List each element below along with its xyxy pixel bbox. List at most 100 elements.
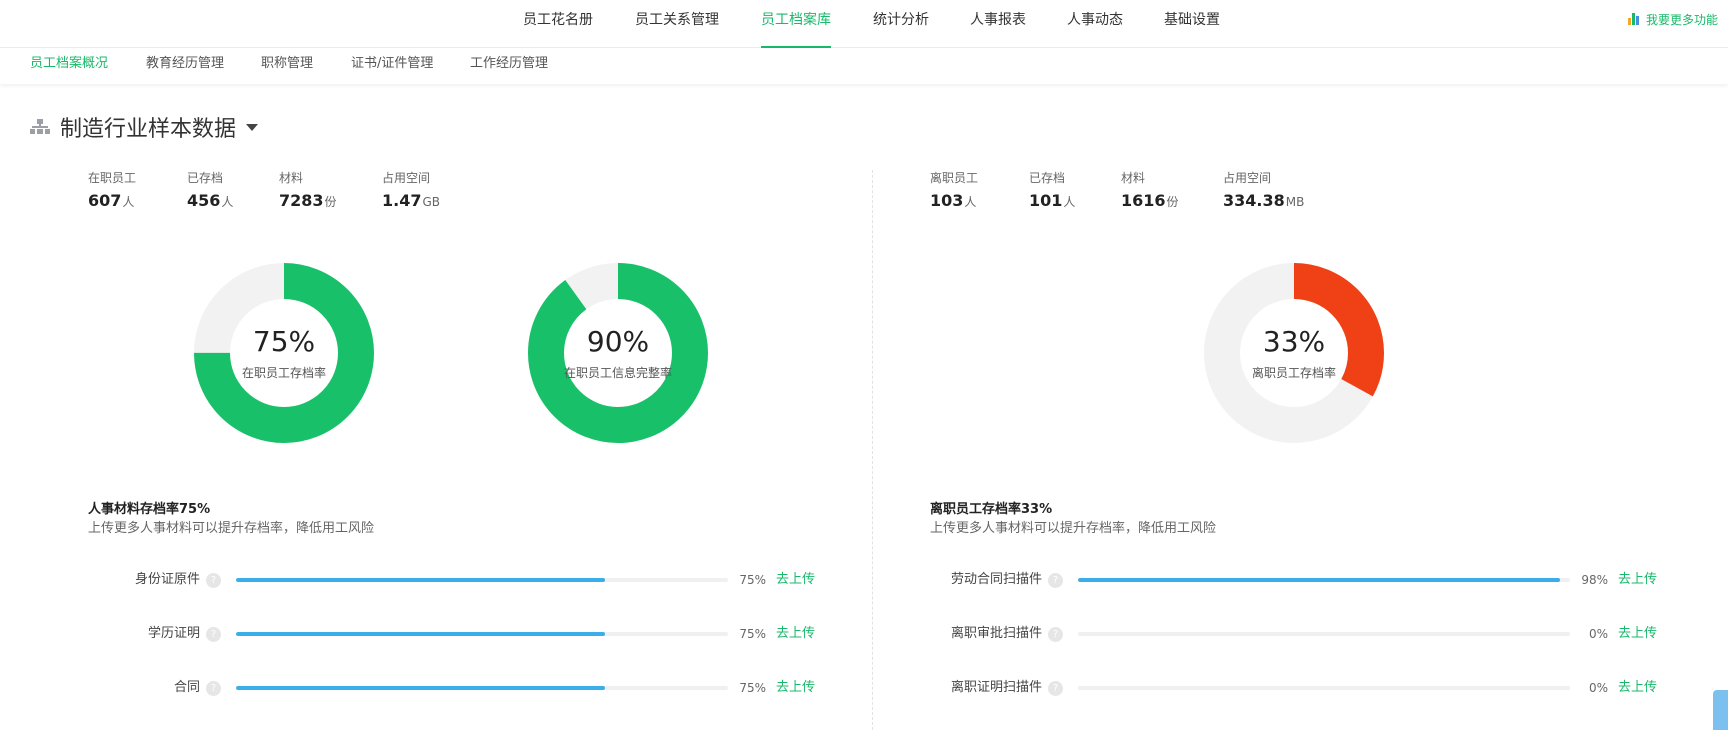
stat-value: 456 [187, 191, 221, 210]
stat-unit: 份 [1166, 195, 1179, 209]
progress-fill [236, 632, 605, 636]
tab-reports[interactable]: 人事报表 [970, 0, 1026, 48]
donut-caption: 在职员工信息完整率 [563, 366, 672, 380]
chevron-down-icon[interactable] [246, 123, 259, 131]
more-features-link[interactable]: 我要更多功能 [1627, 0, 1718, 40]
stat-unit: MB [1285, 195, 1305, 209]
donut-percent: 33% [1262, 325, 1326, 358]
progress-percent: 75% [739, 681, 766, 695]
stat-label: 已存档 [1029, 171, 1066, 185]
upload-link[interactable]: 去上传 [1618, 678, 1657, 698]
stat-value: 1.47 [382, 191, 422, 210]
subtab-work-history[interactable]: 工作经历管理 [470, 48, 548, 84]
tab-archive[interactable]: 员工档案库 [761, 0, 831, 48]
stat-storage: 占用空间 1.47GB [382, 170, 440, 212]
progress-percent: 0% [1588, 681, 1608, 695]
progress-track [1078, 578, 1570, 582]
progress-fill [1078, 578, 1561, 582]
progress-track [236, 578, 728, 582]
page-title: 制造行业样本数据 [60, 117, 237, 142]
stat-unit: 人 [221, 195, 234, 209]
stat-unit: 人 [964, 195, 977, 209]
upload-link[interactable]: 去上传 [776, 570, 815, 590]
progress-track [1078, 686, 1570, 690]
progress-track [236, 632, 728, 636]
progress-percent: 0% [1588, 627, 1608, 641]
stat-label: 离职员工 [930, 171, 979, 185]
material-name: 劳动合同扫描件 [950, 572, 1042, 587]
stat-departed-employees: 离职员工 103人 [930, 170, 978, 212]
tab-statistics[interactable]: 统计分析 [873, 0, 929, 48]
right-info-title: 离职员工存档率33% [930, 502, 1053, 517]
tab-roster[interactable]: 员工花名册 [523, 0, 593, 48]
stat-departed-materials: 材料 1616份 [1121, 170, 1179, 212]
progress-row-label: 离职审批扫描件 [930, 624, 1042, 644]
left-info-desc: 上传更多人事材料可以提升存档率，降低用工风险 [88, 521, 375, 536]
top-nav-tabs: 员工花名册 员工关系管理 员工档案库 统计分析 人事报表 人事动态 基础设置 [0, 0, 1728, 48]
stat-value: 1616 [1121, 191, 1166, 210]
stat-value: 7283 [279, 191, 324, 210]
stat-value: 607 [88, 191, 122, 210]
help-icon[interactable]: ? [1048, 573, 1063, 588]
help-icon[interactable]: ? [206, 681, 221, 696]
progress-fill [236, 686, 605, 690]
upload-link[interactable]: 去上传 [1618, 624, 1657, 644]
stat-label: 在职员工 [88, 171, 137, 185]
stat-value: 103 [930, 191, 964, 210]
donut-caption: 在职员工存档率 [241, 366, 326, 380]
column-divider [872, 170, 873, 730]
progress-row-label: 劳动合同扫描件 [930, 570, 1042, 590]
stat-unit: 份 [324, 195, 337, 209]
stat-label: 已存档 [187, 171, 224, 185]
floating-help-button[interactable] [1713, 690, 1728, 730]
help-icon[interactable]: ? [206, 573, 221, 588]
stat-value: 334.38 [1223, 191, 1285, 210]
progress-row-label: 合同 [88, 678, 200, 698]
progress-track [236, 686, 728, 690]
subtab-certificates[interactable]: 证书/证件管理 [351, 48, 433, 84]
tab-dynamics[interactable]: 人事动态 [1067, 0, 1123, 48]
section-header: 制造行业样本数据 [30, 112, 259, 142]
material-name: 身份证原件 [134, 572, 200, 587]
stat-label: 材料 [1121, 171, 1146, 185]
stat-unit: 人 [122, 195, 135, 209]
stat-unit: 人 [1063, 195, 1076, 209]
progress-fill [236, 578, 605, 582]
material-name: 合同 [173, 680, 200, 695]
top-nav: 员工花名册 员工关系管理 员工档案库 统计分析 人事报表 人事动态 基础设置 我… [0, 0, 1728, 48]
help-icon[interactable]: ? [1048, 681, 1063, 696]
stat-label: 材料 [279, 171, 304, 185]
stat-materials: 材料 7283份 [279, 170, 337, 212]
upload-link[interactable]: 去上传 [1618, 570, 1657, 590]
subtab-education[interactable]: 教育经历管理 [146, 48, 224, 84]
material-name: 学历证明 [147, 626, 200, 641]
help-icon[interactable]: ? [206, 627, 221, 642]
bar-chart-icon [1627, 13, 1640, 25]
tab-settings[interactable]: 基础设置 [1164, 0, 1220, 48]
stat-departed-storage: 占用空间 334.38MB [1223, 170, 1304, 212]
upload-link[interactable]: 去上传 [776, 678, 815, 698]
org-chart-icon [30, 119, 50, 135]
stat-value: 101 [1029, 191, 1063, 210]
progress-percent: 98% [1581, 573, 1608, 587]
progress-row-label: 离职证明扫描件 [930, 678, 1042, 698]
sub-nav: 员工档案概况 教育经历管理 职称管理 证书/证件管理 工作经历管理 [0, 48, 1728, 84]
stat-unit: GB [422, 195, 441, 209]
subtab-overview[interactable]: 员工档案概况 [30, 48, 108, 84]
donut-caption: 离职员工存档率 [1251, 366, 1336, 380]
stat-archived: 已存档 456人 [187, 170, 233, 212]
upload-link[interactable]: 去上传 [776, 624, 815, 644]
stat-label: 占用空间 [382, 171, 431, 185]
donut-info-completeness: 90% 在职员工信息完整率 [528, 263, 708, 443]
subtab-titles[interactable]: 职称管理 [261, 48, 313, 84]
tab-relations[interactable]: 员工关系管理 [635, 0, 719, 48]
more-features-label: 我要更多功能 [1645, 13, 1718, 27]
material-name: 离职证明扫描件 [950, 680, 1042, 695]
stat-label: 占用空间 [1223, 171, 1272, 185]
help-icon[interactable]: ? [1048, 627, 1063, 642]
progress-row-label: 身份证原件 [88, 570, 200, 590]
donut-percent: 90% [586, 325, 650, 358]
donut-departed-archive-rate: 33% 离职员工存档率 [1204, 263, 1384, 443]
right-info-desc: 上传更多人事材料可以提升存档率，降低用工风险 [930, 521, 1217, 536]
stat-departed-archived: 已存档 101人 [1029, 170, 1075, 212]
